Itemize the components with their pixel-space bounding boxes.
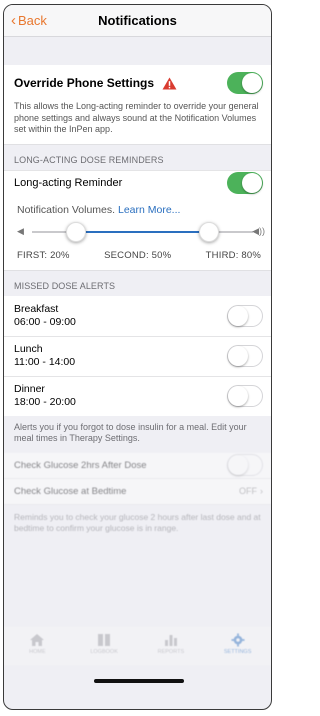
phone-screen: ‹ Back Notifications Override Phone Sett… [3, 4, 272, 710]
third-volume-label: THIRD: 80% [205, 249, 261, 261]
list-item: Dinner 18:00 - 20:00 [4, 375, 271, 416]
tab-label: HOME [29, 649, 46, 655]
meal-text: Lunch 11:00 - 14:00 [14, 343, 75, 369]
meal-text: Dinner 18:00 - 20:00 [14, 383, 76, 409]
override-row: Override Phone Settings [4, 65, 271, 101]
check-after-dose-label: Check Glucose 2hrs After Dose [14, 459, 147, 471]
navigation-bar: ‹ Back Notifications [4, 5, 271, 37]
meal-time: 18:00 - 20:00 [14, 396, 76, 408]
long-acting-row: Long-acting Reminder [4, 169, 271, 196]
tab-label: SETTINGS [223, 649, 252, 655]
lunch-toggle[interactable] [227, 345, 263, 367]
override-label-group: Override Phone Settings [14, 76, 177, 90]
toggle-knob [228, 305, 248, 326]
first-volume-label: FIRST: 20% [17, 249, 70, 261]
bedtime-value: OFF › [239, 486, 263, 496]
slider-track [32, 221, 253, 242]
page-title: Notifications [98, 13, 177, 28]
dinner-toggle[interactable] [227, 385, 263, 407]
volume-levels: FIRST: 20% SECOND: 50% THIRD: 80% [4, 244, 271, 270]
glucose-card: Check Glucose 2hrs After Dose Check Gluc… [4, 452, 271, 505]
check-after-dose-toggle[interactable] [227, 454, 263, 476]
meal-time: 06:00 - 09:00 [14, 315, 76, 328]
settings-icon [231, 633, 245, 647]
override-label: Override Phone Settings [14, 76, 155, 90]
toggle-knob [242, 73, 262, 93]
meal-name: Dinner [14, 383, 45, 395]
second-volume-label: SECOND: 50% [104, 249, 172, 261]
toggle-knob [228, 386, 248, 406]
list-item: Lunch 11:00 - 14:00 [4, 335, 271, 376]
check-bedtime-label: Check Glucose at Bedtime [14, 485, 127, 497]
tab-label: REPORTS [157, 649, 185, 655]
tab-label: LOGBOOK [90, 649, 118, 655]
chevron-right-icon: › [260, 486, 263, 496]
tab-settings[interactable]: SETTINGS [213, 633, 263, 655]
tab-logbook[interactable]: LOGBOOK [79, 633, 129, 655]
learn-more-link[interactable]: Learn More... [118, 204, 180, 216]
toggle-knob [228, 455, 248, 475]
long-acting-label: Long-acting Reminder [14, 177, 123, 189]
meal-name: Breakfast [14, 302, 59, 315]
meal-text: Breakfast 06:00 - 09:00 [14, 303, 76, 329]
breakfast-toggle[interactable] [227, 304, 263, 327]
home-indicator [94, 679, 184, 683]
tab-bar: HOME LOGBOOK REPORTS SETTINGS [4, 627, 271, 665]
check-bedtime-row[interactable]: Check Glucose at Bedtime OFF › [4, 479, 271, 505]
tab-reports[interactable]: REPORTS [146, 633, 196, 655]
notification-volumes-text: Notification Volumes. [17, 203, 116, 216]
notification-volumes-line: Notification Volumes. Learn More... [4, 196, 271, 216]
home-icon [30, 634, 45, 646]
meal-time: 11:00 - 14:00 [14, 356, 76, 368]
glucose-section: Check Glucose 2hrs After Dose Check Gluc… [4, 452, 271, 542]
speaker-high-icon: ◀)) [252, 225, 265, 236]
slider-thumb-third[interactable] [198, 221, 219, 242]
missed-dose-section: Breakfast 06:00 - 09:00 Lunch 11:00 - 14… [4, 295, 271, 416]
toggle-knob [228, 346, 248, 366]
slider-fill [76, 230, 209, 233]
check-after-dose-row: Check Glucose 2hrs After Dose [4, 453, 271, 479]
override-toggle[interactable] [227, 72, 263, 94]
override-description: This allows the Long-acting reminder to … [4, 101, 271, 144]
reports-icon [164, 635, 177, 646]
tab-home[interactable]: HOME [12, 633, 62, 655]
slider-thumb-first[interactable] [66, 221, 87, 242]
logbook-icon [98, 634, 111, 646]
speaker-low-icon: ◀ [17, 225, 24, 236]
long-acting-section: Long-acting Reminder Notification Volume… [4, 169, 271, 270]
missed-dose-header: MISSED DOSE ALERTS [4, 269, 271, 296]
glucose-description: Reminds you to check your glucose 2 hour… [14, 511, 261, 533]
override-section: Override Phone Settings This allows the … [4, 65, 271, 144]
long-acting-toggle[interactable] [227, 172, 263, 194]
list-item: Breakfast 06:00 - 09:00 [4, 296, 271, 336]
toggle-knob [242, 173, 262, 193]
long-acting-header: LONG-ACTING DOSE REMINDERS [4, 143, 271, 170]
missed-dose-footer: Alerts you if you forgot to dose insulin… [14, 421, 247, 444]
bedtime-value-text: OFF [239, 486, 257, 496]
volume-slider: ◀ ◀)) [4, 220, 271, 244]
warning-icon [162, 76, 177, 90]
meal-name: Lunch [14, 343, 43, 355]
